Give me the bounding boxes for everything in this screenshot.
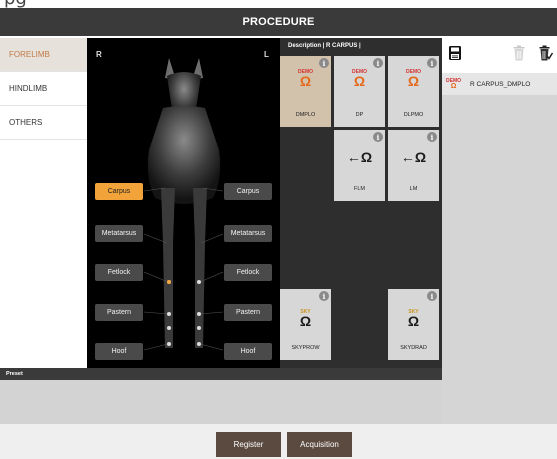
- horseshoe-icon: Ω: [450, 83, 457, 90]
- footer-bar: Register Acquisition: [0, 424, 557, 459]
- procedure-label: DP: [355, 112, 364, 118]
- info-icon[interactable]: i: [373, 132, 383, 142]
- procedure-tile-flm[interactable]: i ←Ω FLM: [334, 130, 385, 201]
- list-toolbar: [442, 38, 557, 73]
- procedure-label: DLPMO: [403, 112, 424, 118]
- left-side-marker: L: [264, 50, 269, 59]
- list-item-name: R CARPUS_DMPLO: [470, 80, 531, 88]
- procedure-label: SKYPROW: [291, 345, 320, 351]
- part-button-left-fetlock[interactable]: Fetlock: [224, 264, 272, 281]
- part-button-left-hoof[interactable]: Hoof: [224, 343, 272, 360]
- part-button-right-carpus[interactable]: Carpus: [95, 183, 143, 200]
- sidebar-item-forelimb[interactable]: FORELIMB: [0, 38, 87, 72]
- procedure-tile-skyprow[interactable]: i SKY Ω SKYPROW: [280, 289, 331, 360]
- procedure-label: DMPLO: [295, 112, 316, 118]
- procedure-description: Description | R CARPUS |: [288, 43, 361, 49]
- procedure-panel: Description | R CARPUS | i DEMO Ω DMPLO …: [280, 38, 442, 368]
- part-button-right-hoof[interactable]: Hoof: [95, 343, 143, 360]
- horseshoe-icon: Ω: [407, 73, 420, 89]
- category-sidebar: FORELIMB HINDLIMB OTHERS: [0, 38, 87, 368]
- procedure-tile-lm[interactable]: i ←Ω LM: [388, 130, 439, 201]
- info-icon[interactable]: i: [319, 291, 329, 301]
- preset-header: Preset: [0, 368, 442, 380]
- part-button-right-fetlock[interactable]: Fetlock: [95, 264, 143, 281]
- window-title-fragment: pg: [0, 0, 557, 8]
- info-icon[interactable]: i: [427, 132, 437, 142]
- horseshoe-side-icon: ←Ω: [346, 149, 373, 165]
- procedure-tile-skydrad[interactable]: i SKY Ω SKYDRAD: [388, 289, 439, 360]
- info-icon[interactable]: i: [319, 58, 329, 68]
- part-button-right-pastern[interactable]: Pastern: [95, 304, 143, 321]
- horseshoe-side-icon: ←Ω: [400, 149, 427, 165]
- procedure-label: LM: [409, 186, 418, 192]
- acquisition-button[interactable]: Acquisition: [287, 432, 352, 457]
- right-side-marker: R: [96, 50, 102, 59]
- horseshoe-icon: Ω: [353, 73, 366, 89]
- save-icon[interactable]: [448, 45, 462, 61]
- horse-anatomy-panel: R L Carpus Metatarsus Fetlock Pastern Ho…: [87, 38, 280, 368]
- procedure-label: SKYDRAD: [400, 345, 427, 351]
- part-button-right-metatarsus[interactable]: Metatarsus: [95, 225, 143, 242]
- sidebar-item-others[interactable]: OTHERS: [0, 106, 87, 140]
- preset-side-area: [442, 368, 557, 424]
- register-button[interactable]: Register: [216, 432, 281, 457]
- procedure-tile-dlpmo[interactable]: i DEMO Ω DLPMO: [388, 56, 439, 127]
- procedure-tile-dp[interactable]: i DEMO Ω DP: [334, 56, 385, 127]
- info-icon[interactable]: i: [373, 58, 383, 68]
- preset-area[interactable]: [0, 380, 442, 424]
- info-icon[interactable]: i: [427, 58, 437, 68]
- delete-all-icon[interactable]: [539, 45, 553, 61]
- selected-procedures-panel: DEMO Ω R CARPUS_DMPLO: [442, 38, 557, 368]
- sidebar-item-hindlimb[interactable]: HINDLIMB: [0, 72, 87, 106]
- demo-tag: DEMO Ω: [446, 78, 461, 91]
- horseshoe-icon: Ω: [407, 313, 420, 329]
- procedure-tile-dmplo[interactable]: i DEMO Ω DMPLO: [280, 56, 331, 127]
- horseshoe-icon: Ω: [299, 73, 312, 89]
- page-title: PROCEDURE: [0, 8, 557, 36]
- delete-icon[interactable]: [513, 45, 525, 61]
- procedure-label: FLM: [354, 186, 365, 192]
- part-button-left-pastern[interactable]: Pastern: [224, 304, 272, 321]
- part-button-left-carpus[interactable]: Carpus: [224, 183, 272, 200]
- horseshoe-icon: Ω: [299, 313, 312, 329]
- list-item[interactable]: DEMO Ω R CARPUS_DMPLO: [442, 73, 557, 95]
- part-button-left-metatarsus[interactable]: Metatarsus: [224, 225, 272, 242]
- info-icon[interactable]: i: [427, 291, 437, 301]
